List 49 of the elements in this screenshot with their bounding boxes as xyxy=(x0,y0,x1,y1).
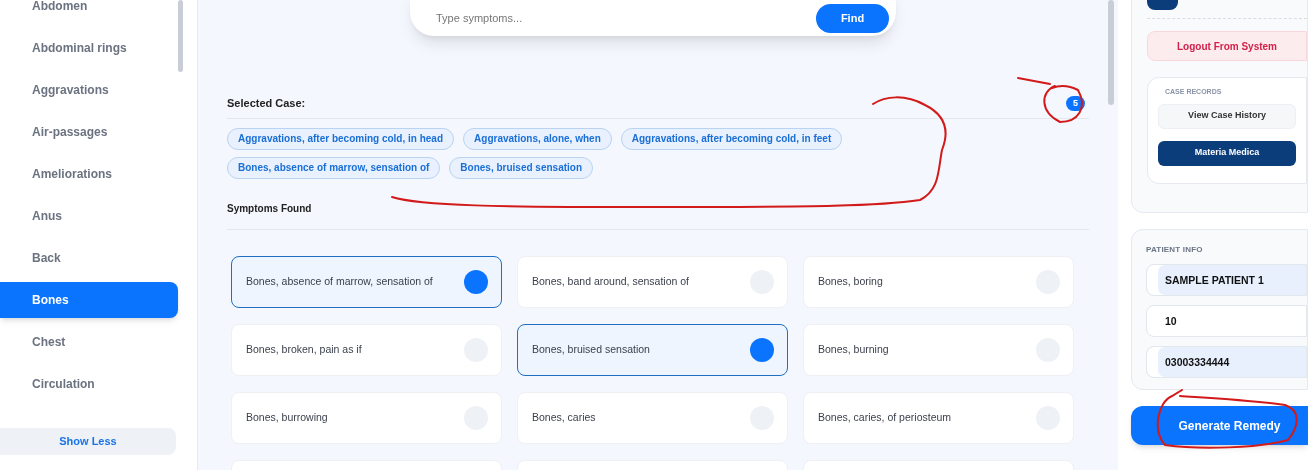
symptom-card[interactable]: Bones, burrowing xyxy=(231,391,502,444)
symptom-label: Bones, absence of marrow, sensation of xyxy=(246,273,433,289)
sidebar-item[interactable]: Bones xyxy=(0,282,178,318)
sidebar-item[interactable]: Ameliorations xyxy=(0,156,178,192)
symptom-card[interactable]: Bones, burning xyxy=(803,323,1074,376)
sidebar-item[interactable]: Aggravations xyxy=(0,72,178,108)
symptom-chip[interactable]: Bones, bruised sensation xyxy=(449,156,594,179)
symptom-card[interactable]: Bones, caries xyxy=(517,391,788,444)
symptom-card[interactable]: Bones, broken, pain as if xyxy=(231,323,502,376)
symptom-label: Bones, boring xyxy=(818,273,883,289)
symptom-chip[interactable]: Aggravations, alone, when xyxy=(463,127,612,150)
patient-field[interactable]: 03003334444 xyxy=(1146,346,1307,378)
symptom-card[interactable]: Bones, absence of marrow, sensation of xyxy=(231,255,502,308)
symptom-label: Bones, bruised sensation xyxy=(532,341,650,357)
patient-field[interactable]: SAMPLE PATIENT 1 xyxy=(1146,264,1307,296)
section-title: Selected Case: xyxy=(227,96,306,111)
symptom-label: Bones, burning xyxy=(818,341,889,357)
show-less-button[interactable]: Show Less xyxy=(0,428,176,455)
symptom-label: Bones, broken, pain as if xyxy=(246,341,362,357)
logout-button[interactable]: Logout From System xyxy=(1147,31,1307,61)
scrollbar-thumb[interactable] xyxy=(1108,0,1114,105)
sidebar-item[interactable]: Abdominal rings xyxy=(0,30,178,66)
card-title: PATIENT INFO xyxy=(1146,244,1204,256)
symptom-label: Bones, band around, sensation of xyxy=(532,273,690,289)
symptom-chip[interactable]: Bones, absence of marrow, sensation of xyxy=(227,156,441,179)
symptom-label: Bones, caries, of periosteum xyxy=(818,409,952,425)
annotation-scribble xyxy=(1017,77,1083,123)
patient-field[interactable]: 10 xyxy=(1146,305,1307,337)
sidebar-item[interactable]: Chest xyxy=(0,324,178,360)
symptom-card[interactable]: Bones, caries, of periosteum xyxy=(803,391,1074,444)
symptom-card[interactable]: Bones, band around, sensation of xyxy=(517,255,788,308)
section-title: Symptoms Found xyxy=(227,202,312,214)
symptom-label: Bones, caries xyxy=(532,409,596,425)
scrollbar-thumb[interactable] xyxy=(178,0,183,72)
avatar-block xyxy=(1147,0,1178,10)
search-field[interactable]: Type symptoms... xyxy=(436,4,816,32)
sidebar-item[interactable]: Anus xyxy=(0,198,178,234)
symptom-label: Bones, burrowing xyxy=(246,409,328,425)
generate-remedy-button[interactable]: Generate Remedy xyxy=(1131,406,1308,445)
sidebar-item[interactable]: Back xyxy=(0,240,178,276)
sidebar-item[interactable]: Abdomen xyxy=(0,0,178,24)
symptom-chip[interactable]: Aggravations, after becoming cold, in feet xyxy=(620,127,843,150)
sidebar-item[interactable]: Air-passages xyxy=(0,114,178,150)
symptom-card[interactable]: Bones, boring xyxy=(803,255,1074,308)
symptom-card[interactable]: Bones, bruised sensation xyxy=(517,323,788,376)
sidebar-item[interactable]: Circulation xyxy=(0,366,178,402)
symptom-chip[interactable]: Aggravations, after becoming cold, in head xyxy=(227,127,455,150)
case-records-button[interactable]: View Case History xyxy=(1158,103,1296,129)
case-records-button[interactable]: Materia Medica xyxy=(1158,140,1296,166)
